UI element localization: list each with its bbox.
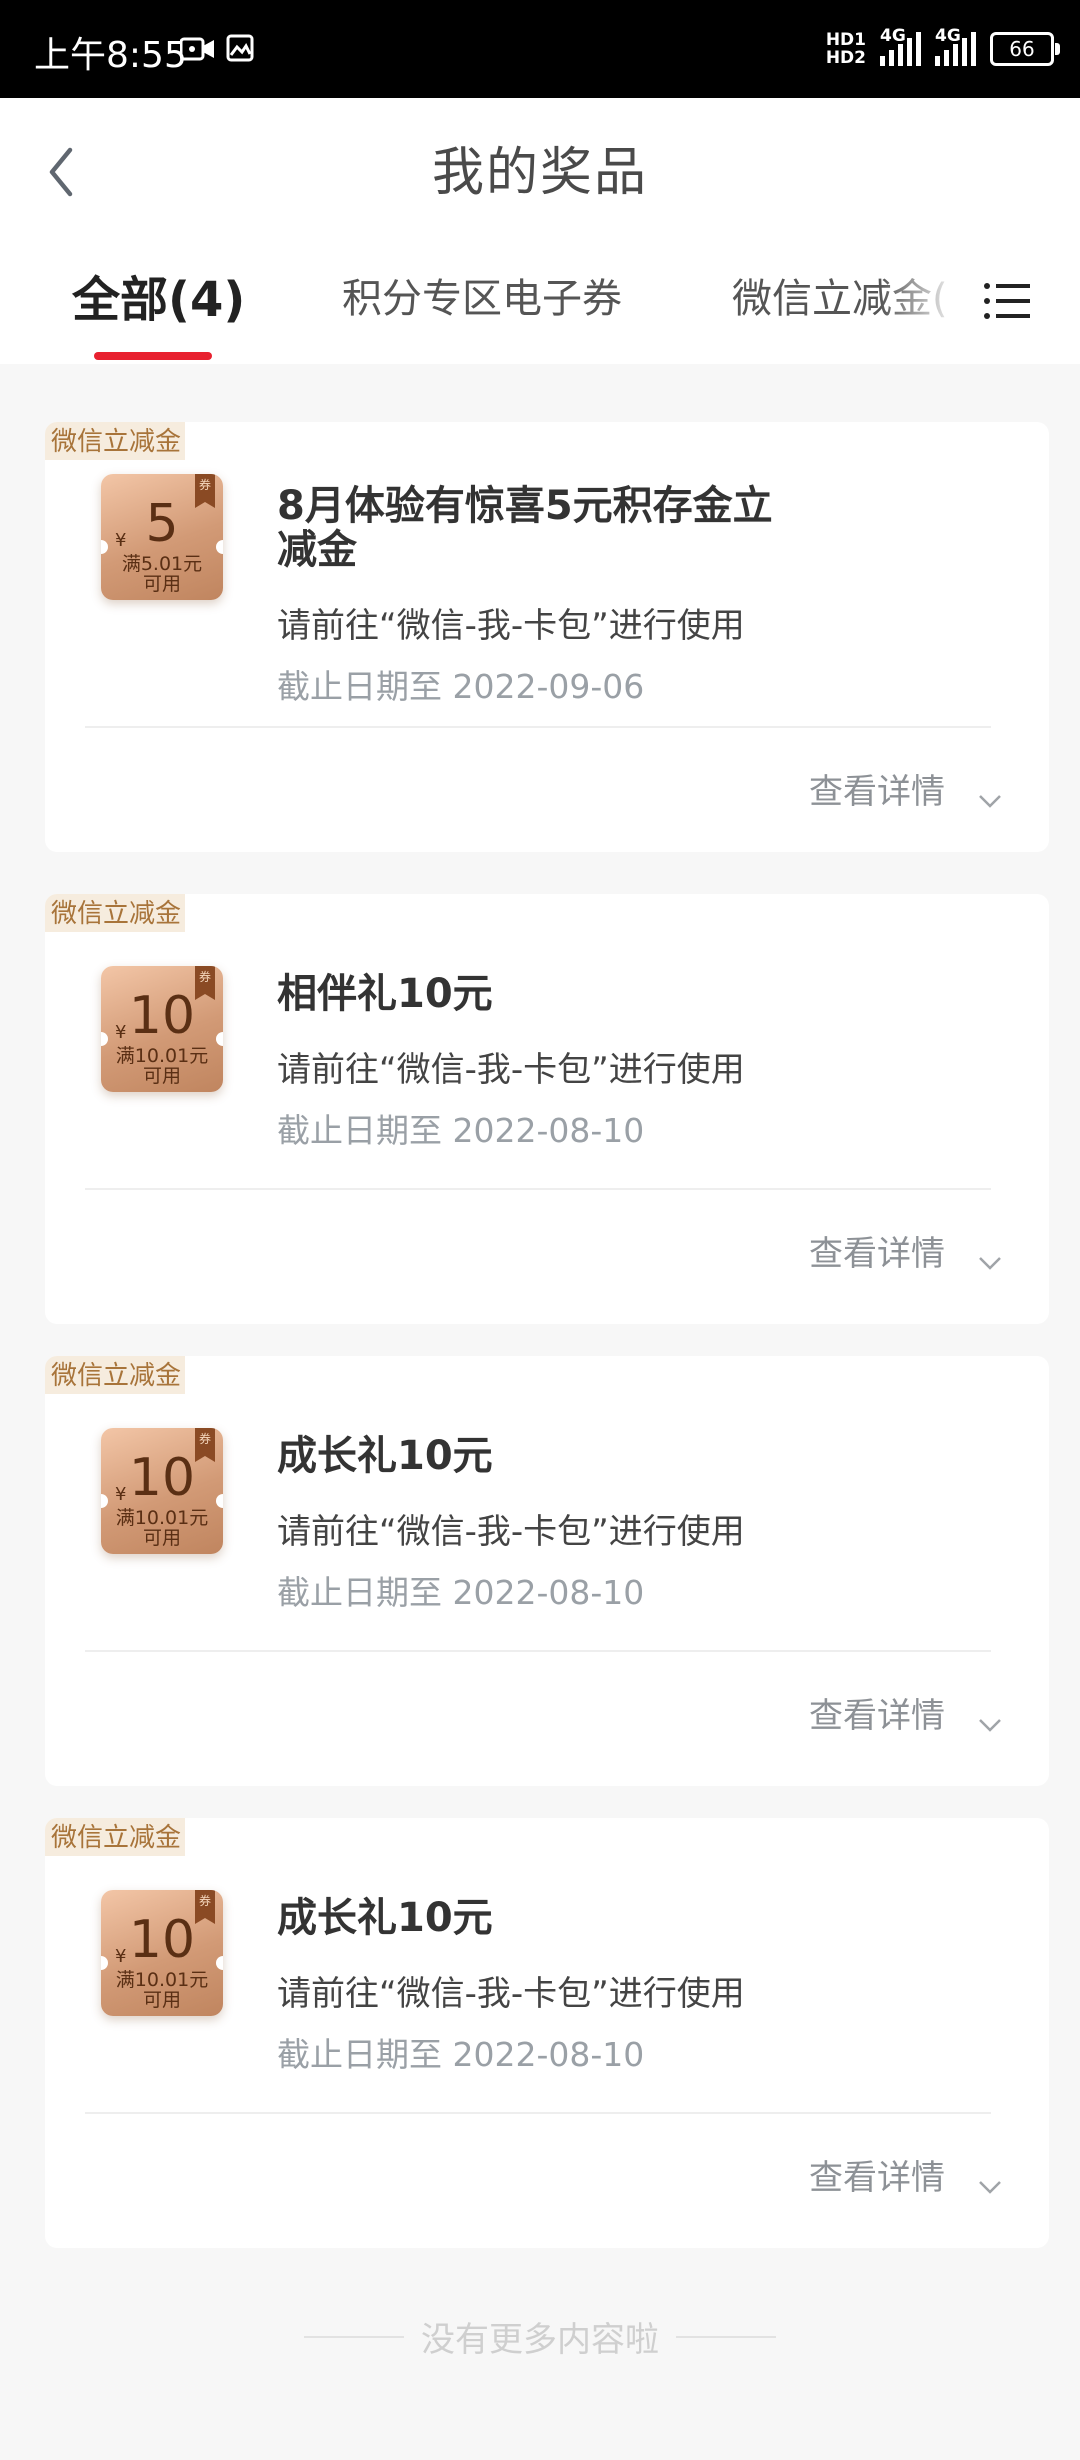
prize-title: 成长礼10元 <box>277 1433 493 1479</box>
chevron-down-icon[interactable] <box>977 1254 1003 1272</box>
card-divider <box>85 726 991 728</box>
page-header: 我的奖品 <box>0 98 1080 238</box>
prize-title: 成长礼10元 <box>277 1895 493 1941</box>
prize-deadline: 截止日期至 2022-08-10 <box>277 1573 645 1612</box>
prize-card[interactable]: 微信立减金 券 ¥ 5 满5.01元 可用 8月体验有惊喜5元积存金立减金 请前… <box>45 422 1049 852</box>
active-tab-indicator <box>94 352 212 360</box>
prize-description: 请前往“微信-我-卡包”进行使用 <box>277 1974 745 2014</box>
prize-deadline: 截止日期至 2022-08-10 <box>277 1111 645 1150</box>
tab-all[interactable]: 全部(4) <box>72 260 245 330</box>
prize-type-badge: 微信立减金 <box>45 422 186 460</box>
page-title: 我的奖品 <box>431 143 648 203</box>
view-details-button[interactable]: 查看详情 <box>809 1688 945 1737</box>
gallery-icon <box>226 34 254 62</box>
status-time: 上午8:55 <box>34 35 187 76</box>
list-menu-icon[interactable] <box>982 276 1032 326</box>
status-bar: 上午8:55 HD1 HD2 4G 4G 66 <box>0 0 1080 98</box>
video-record-icon <box>180 37 214 61</box>
tab-bar: 全部(4) 积分专区电子券 微信立减金( <box>0 238 1080 364</box>
prize-type-badge: 微信立减金 <box>45 1818 186 1856</box>
signal-1-icon: 4G <box>880 26 921 66</box>
prize-title: 8月体验有惊喜5元积存金立减金 <box>277 483 773 573</box>
prize-type-badge: 微信立减金 <box>45 1356 186 1394</box>
prize-deadline: 截止日期至 2022-09-06 <box>277 667 645 706</box>
coupon-icon: 券 ¥ 10 满10.01元 可用 <box>101 1890 223 2016</box>
prize-type-badge: 微信立减金 <box>45 894 186 932</box>
view-details-button[interactable]: 查看详情 <box>809 1226 945 1275</box>
prize-description: 请前往“微信-我-卡包”进行使用 <box>277 606 745 646</box>
view-details-button[interactable]: 查看详情 <box>809 764 945 813</box>
card-divider <box>85 2112 991 2114</box>
battery-icon: 66 <box>990 32 1060 66</box>
chevron-down-icon[interactable] <box>977 1716 1003 1734</box>
chevron-down-icon[interactable] <box>977 2178 1003 2196</box>
coupon-icon: 券 ¥ 5 满5.01元 可用 <box>101 474 223 600</box>
view-details-button[interactable]: 查看详情 <box>809 2150 945 2199</box>
signal-2-icon: 4G <box>935 26 976 66</box>
coupon-icon: 券 ¥ 10 满10.01元 可用 <box>101 966 223 1092</box>
prize-description: 请前往“微信-我-卡包”进行使用 <box>277 1050 745 1090</box>
card-divider <box>85 1650 991 1652</box>
tab-fade <box>880 248 960 348</box>
prize-deadline: 截止日期至 2022-08-10 <box>277 2035 645 2074</box>
hd-indicator: HD1 HD2 <box>825 30 866 68</box>
prize-description: 请前往“微信-我-卡包”进行使用 <box>277 1512 745 1552</box>
end-of-list-text: 没有更多内容啦 <box>421 2320 659 2360</box>
prize-card[interactable]: 微信立减金 券 ¥ 10 满10.01元 可用 相伴礼10元 请前往“微信-我-… <box>45 894 1049 1324</box>
prize-card[interactable]: 微信立减金 券 ¥ 10 满10.01元 可用 成长礼10元 请前往“微信-我-… <box>45 1818 1049 2248</box>
prize-title: 相伴礼10元 <box>277 971 493 1017</box>
card-divider <box>85 1188 991 1190</box>
coupon-icon: 券 ¥ 10 满10.01元 可用 <box>101 1428 223 1554</box>
tab-points-ecoupons[interactable]: 积分专区电子券 <box>342 266 622 324</box>
prize-card[interactable]: 微信立减金 券 ¥ 10 满10.01元 可用 成长礼10元 请前往“微信-我-… <box>45 1356 1049 1786</box>
chevron-down-icon[interactable] <box>977 792 1003 810</box>
